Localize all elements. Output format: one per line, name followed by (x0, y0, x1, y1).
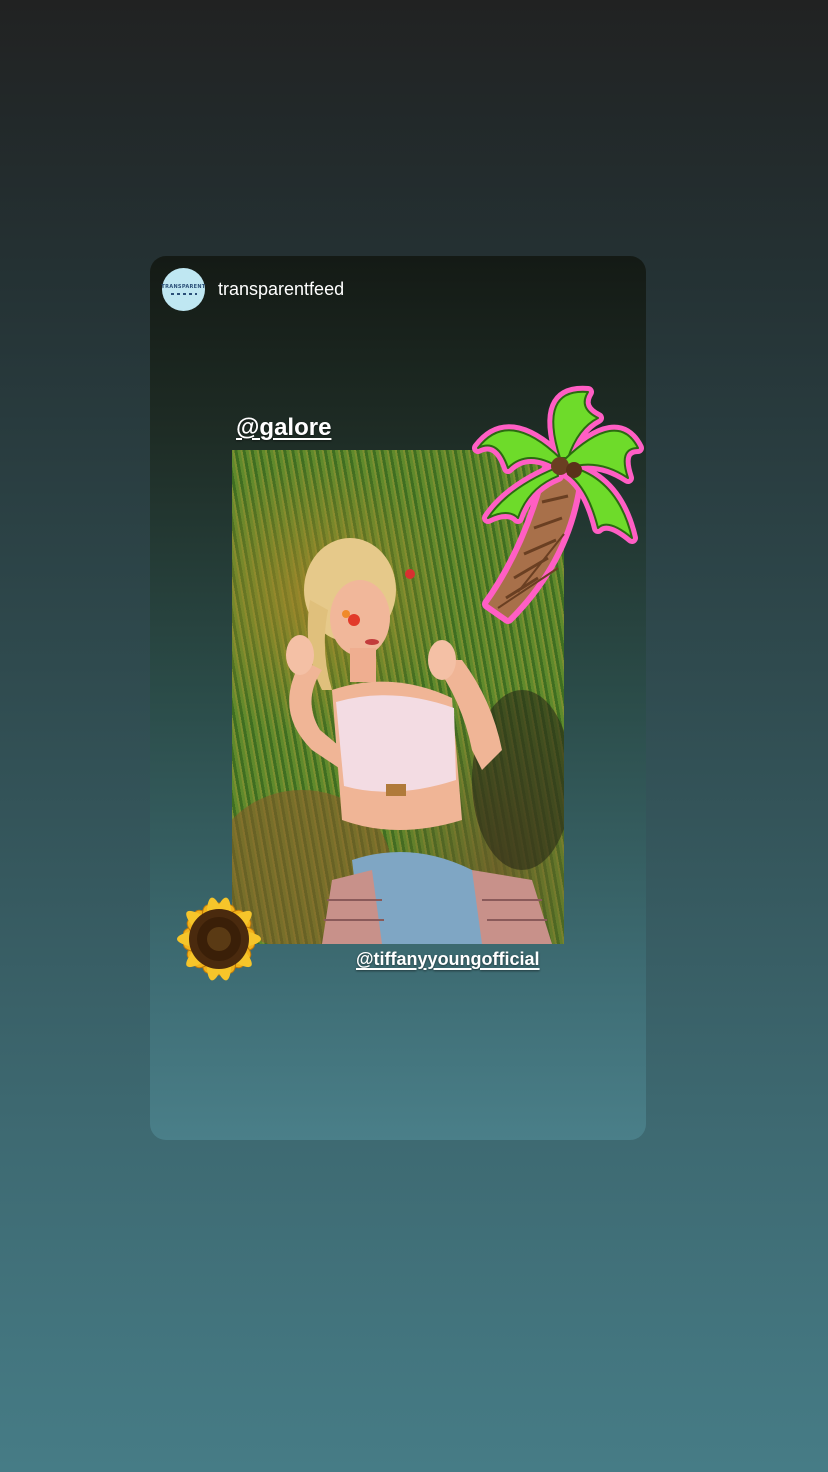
username[interactable]: transparentfeed (218, 279, 344, 300)
avatar-logo-text: TRANSPARENT (161, 284, 206, 290)
palm-tree-sticker[interactable] (468, 378, 646, 628)
story-card[interactable]: TRANSPARENT transparentfeed @galore @tif… (150, 256, 646, 1140)
mention-galore[interactable]: @galore (236, 414, 331, 442)
sunflower-sticker[interactable] (150, 866, 290, 1012)
avatar-logo-line (170, 293, 197, 295)
avatar[interactable]: TRANSPARENT (161, 268, 206, 311)
story-header[interactable]: TRANSPARENT transparentfeed (161, 268, 344, 311)
mention-tiffanyyoungofficial[interactable]: @tiffanyyoungofficial (356, 949, 540, 970)
